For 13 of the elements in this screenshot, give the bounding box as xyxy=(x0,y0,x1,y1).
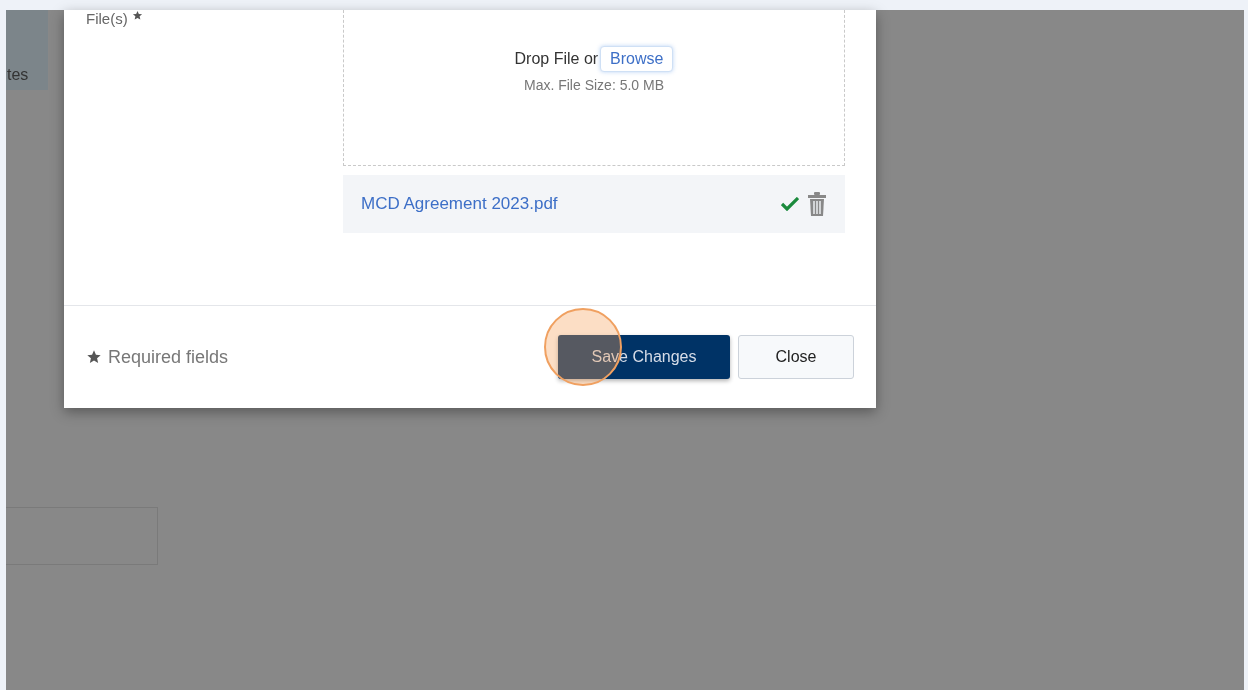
trash-icon[interactable] xyxy=(807,192,827,216)
drop-prompt: Drop File or xyxy=(514,50,599,68)
input-field[interactable] xyxy=(6,507,158,565)
file-link[interactable]: MCD Agreement 2023.pdf xyxy=(361,194,781,214)
tab-label: tes xyxy=(7,66,29,84)
required-fields-note: Required fields xyxy=(108,346,229,368)
browse-button[interactable]: Browse xyxy=(600,46,674,72)
close-button[interactable]: Close xyxy=(738,335,854,379)
field-label: File(s) xyxy=(86,10,128,27)
star-icon xyxy=(86,349,102,365)
required-star-icon xyxy=(131,10,143,21)
file-size-hint: Max. File Size: 5.0 MB xyxy=(523,77,664,93)
drop-zone[interactable]: Drop File or Browse Max. File Size: 5.0 MB xyxy=(343,10,845,166)
